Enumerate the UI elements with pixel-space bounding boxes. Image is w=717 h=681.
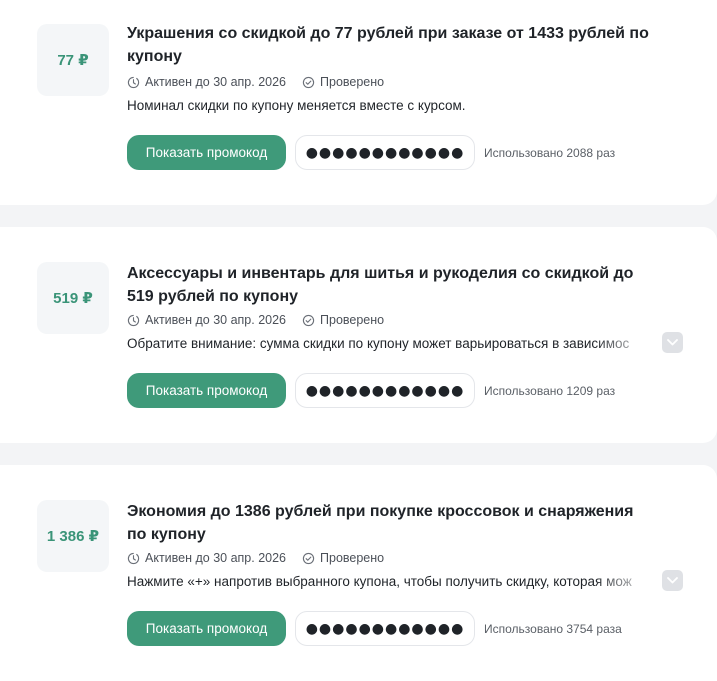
coupon-title[interactable]: Аксессуары и инвентарь для шитья и рукод…	[127, 262, 657, 308]
expand-description-button[interactable]	[662, 570, 683, 591]
active-until: Активен до 30 апр. 2026	[145, 313, 287, 327]
coupon-description: Номинал скидки по купону меняется вместе…	[127, 98, 466, 113]
check-circle-icon	[302, 314, 315, 326]
discount-amount: 519 ₽	[37, 262, 109, 334]
coupon-title[interactable]: Украшения со скидкой до 77 рублей при за…	[127, 22, 657, 68]
coupon-card: 519 ₽ Аксессуары и инвентарь для шитья и…	[0, 227, 717, 443]
verified-label: Проверено	[320, 313, 385, 327]
coupon-meta: Активен до 30 апр. 2026 Проверено	[127, 311, 384, 329]
clock-icon	[127, 314, 140, 326]
discount-amount: 1 386 ₽	[37, 500, 109, 572]
chevron-down-icon	[667, 339, 678, 346]
active-until: Активен до 30 апр. 2026	[145, 75, 287, 89]
show-promo-button[interactable]: Показать промокод	[127, 611, 286, 646]
promo-code-field[interactable]: ●●●●●●●●●●●●	[295, 373, 475, 408]
show-promo-button[interactable]: Показать промокод	[127, 373, 286, 408]
show-promo-button[interactable]: Показать промокод	[127, 135, 286, 170]
clock-icon	[127, 552, 140, 564]
active-until: Активен до 30 апр. 2026	[145, 551, 287, 565]
coupon-description: Обратите внимание: сумма скидки по купон…	[127, 336, 630, 351]
coupon-card: 1 386 ₽ Экономия до 1386 рублей при поку…	[0, 465, 717, 681]
verified-label: Проверено	[320, 551, 385, 565]
promo-code-field[interactable]: ●●●●●●●●●●●●	[295, 611, 475, 646]
usage-count: Использовано 2088 раз	[484, 145, 616, 160]
discount-amount: 77 ₽	[37, 24, 109, 96]
promo-code-field[interactable]: ●●●●●●●●●●●●	[295, 135, 475, 170]
verified-label: Проверено	[320, 75, 385, 89]
chevron-down-icon	[667, 577, 678, 584]
coupon-description: Нажмите «+» напротив выбранного купона, …	[127, 574, 632, 589]
usage-count: Использовано 3754 раза	[484, 621, 622, 636]
coupon-title[interactable]: Экономия до 1386 рублей при покупке крос…	[127, 500, 657, 546]
check-circle-icon	[302, 552, 315, 564]
coupon-card: 77 ₽ Украшения со скидкой до 77 рублей п…	[0, 0, 717, 205]
usage-count: Использовано 1209 раз	[484, 383, 616, 398]
check-circle-icon	[302, 76, 315, 88]
coupon-meta: Активен до 30 апр. 2026 Проверено	[127, 549, 384, 567]
expand-description-button[interactable]	[662, 332, 683, 353]
coupon-meta: Активен до 30 апр. 2026 Проверено	[127, 73, 384, 91]
clock-icon	[127, 76, 140, 88]
